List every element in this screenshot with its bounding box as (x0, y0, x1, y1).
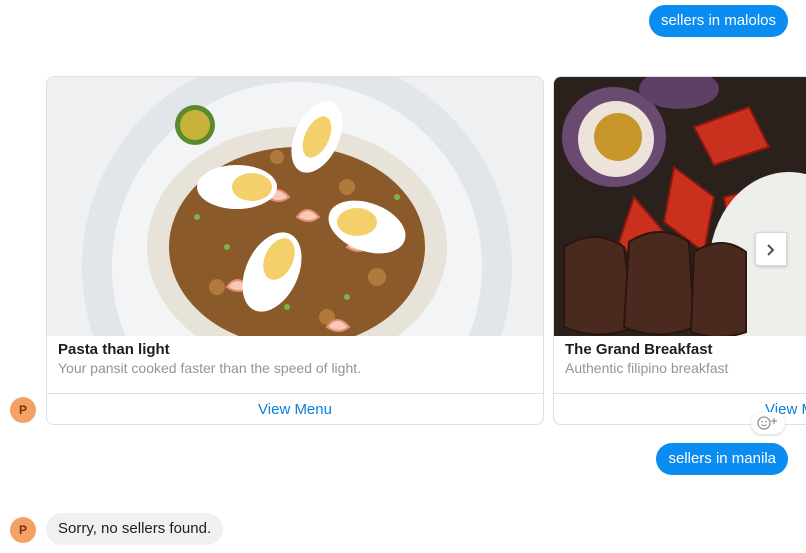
card-title: The Grand Breakfast (565, 341, 713, 358)
card-subtitle: Your pansit cooked faster than the speed… (58, 360, 362, 376)
card-image-breakfast (554, 77, 806, 336)
avatar: P (10, 517, 36, 543)
chevron-right-icon (767, 244, 775, 256)
add-reaction-icon (757, 416, 777, 430)
carousel-card: Pasta than light Your pansit cooked fast… (46, 76, 544, 425)
card-image-pansit (47, 77, 543, 336)
view-menu-button[interactable]: View Menu (47, 393, 543, 424)
product-carousel: Pasta than light Your pansit cooked fast… (46, 76, 806, 426)
card-title: Pasta than light (58, 341, 170, 358)
avatar: P (10, 397, 36, 423)
card-subtitle: Authentic filipino breakfast (565, 360, 729, 376)
incoming-message[interactable]: Sorry, no sellers found. (46, 513, 224, 545)
outgoing-message[interactable]: sellers in manila (656, 443, 788, 475)
carousel-next-button[interactable] (755, 232, 787, 266)
add-reaction-button[interactable] (751, 412, 785, 434)
outgoing-message[interactable]: sellers in malolos (648, 5, 788, 37)
